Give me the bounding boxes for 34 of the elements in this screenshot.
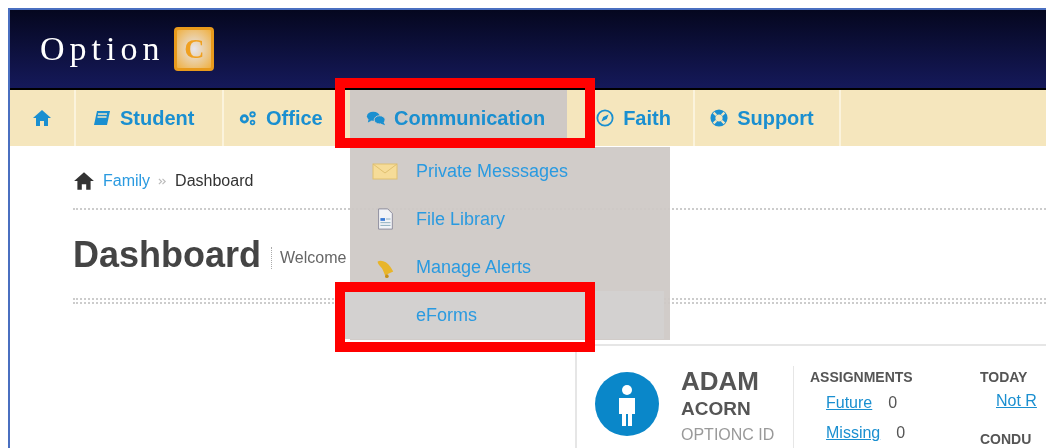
- menu-tab[interactable]: Office: [224, 90, 344, 146]
- logo-block-icon: C: [174, 27, 215, 71]
- logo-text: Option: [40, 30, 165, 68]
- student-id-label: OPTIONC ID: [681, 425, 776, 445]
- assignment-count: 0: [888, 394, 898, 412]
- page-title: Dashboard: [73, 234, 262, 276]
- section-heading: CONDU: [980, 430, 1033, 448]
- home-icon: [73, 171, 95, 191]
- breadcrumb-current: Dashboard: [175, 172, 254, 190]
- gears-icon: [238, 109, 258, 127]
- dropdown-item[interactable]: Private Messsages: [350, 147, 670, 195]
- dropdown-item[interactable]: File Library: [350, 195, 670, 243]
- person-avatar-icon: [595, 372, 659, 436]
- breadcrumb-link[interactable]: Family: [103, 172, 151, 190]
- menu-tab[interactable]: Support: [695, 90, 842, 146]
- dropdown-item[interactable]: Manage Alerts: [350, 243, 670, 291]
- lifebuoy-icon: [709, 109, 730, 127]
- chevron-icon: [158, 176, 168, 186]
- student-last-name: ACORN: [681, 397, 752, 421]
- envelope-icon: [372, 160, 398, 182]
- chat-bubbles-icon: [366, 109, 386, 127]
- menu-tab[interactable]: Student: [76, 90, 224, 146]
- today-link[interactable]: Not R: [996, 388, 1037, 414]
- student-first-name: ADAM: [681, 366, 760, 396]
- assignment-count: 0: [896, 424, 906, 442]
- page-subtitle: Welcome: [280, 249, 347, 267]
- dropdown-item[interactable]: eForms: [344, 291, 664, 339]
- section-heading: TODAY: [980, 368, 1029, 387]
- assignment-link[interactable]: Future: [826, 394, 873, 412]
- section-heading: ASSIGNMENTS: [810, 368, 914, 387]
- compass-icon: [595, 109, 616, 127]
- home-icon: [32, 109, 52, 127]
- book-icon: [92, 109, 112, 127]
- assignment-link[interactable]: Missing: [826, 424, 881, 442]
